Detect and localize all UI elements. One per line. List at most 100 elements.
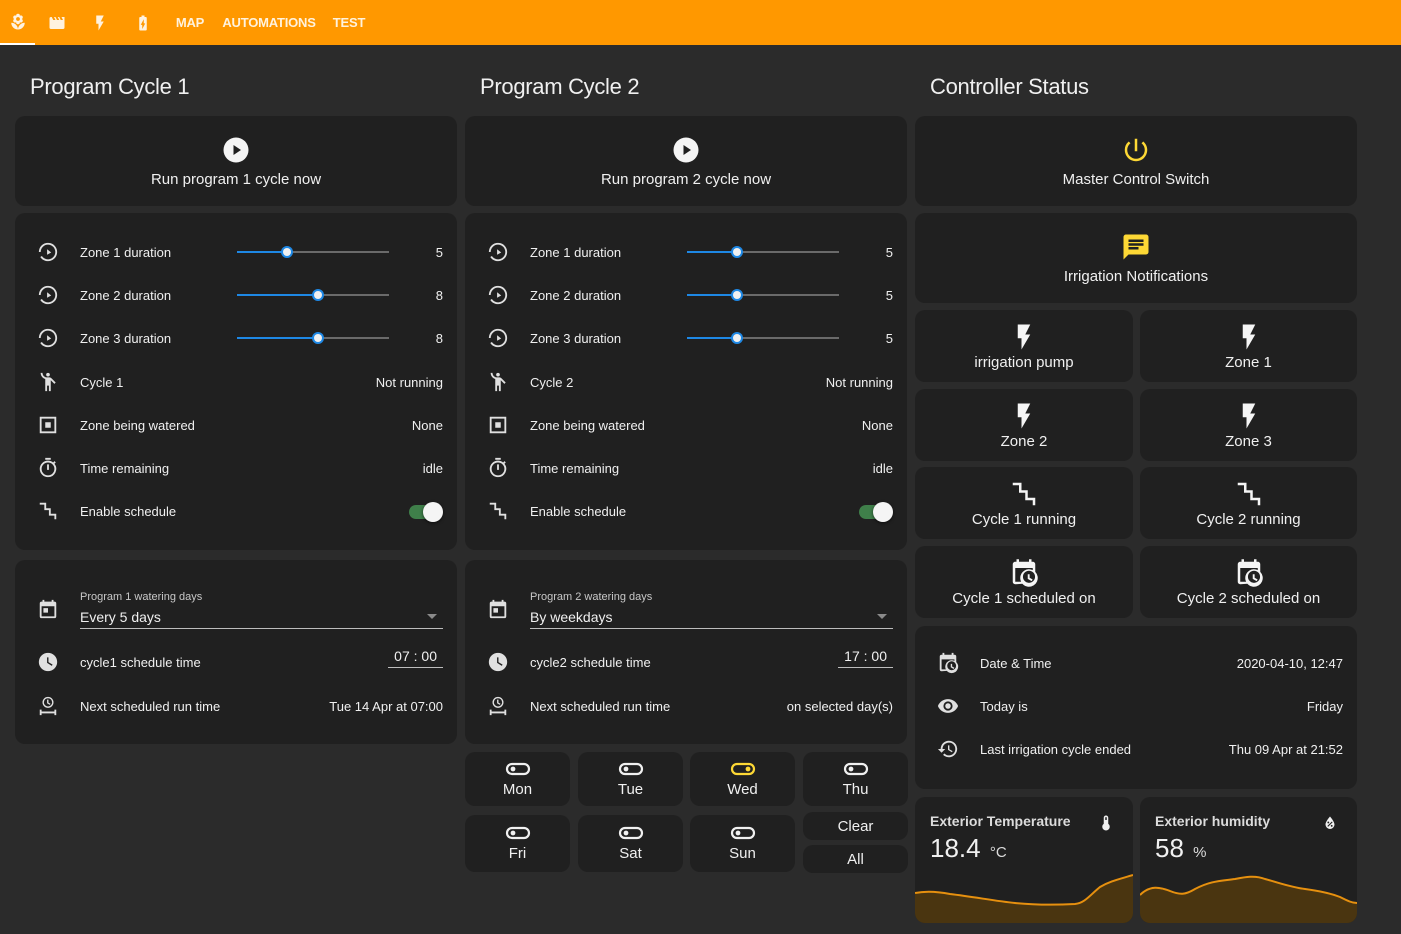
schedule-time-input[interactable]: 07 : 00: [388, 648, 443, 668]
run-program-2-label: Run program 2 cycle now: [600, 170, 772, 188]
tab-map[interactable]: MAP: [172, 0, 208, 45]
timer-icon: [38, 328, 58, 348]
temperature-number: 18.4: [930, 833, 981, 863]
day-button-sat[interactable]: Sat: [578, 815, 683, 872]
tab-test[interactable]: TEST: [332, 0, 366, 45]
zone-1-duration-slider[interactable]: [687, 246, 839, 258]
enable-schedule-toggle[interactable]: [409, 502, 443, 522]
eye-icon: [937, 699, 959, 713]
next-run-row: Next scheduled run time on selected day(…: [465, 694, 907, 718]
irrigation-pump-button[interactable]: irrigation pump: [915, 310, 1133, 382]
tab-automations[interactable]: AUTOMATIONS: [222, 0, 316, 45]
zone-being-watered-row: Zone being watered None: [465, 413, 907, 437]
chevron-down-icon[interactable]: [877, 614, 887, 619]
calendar-clock-icon: [939, 652, 959, 674]
zone-3-switch-button[interactable]: Zone 3: [1140, 389, 1357, 461]
zone-3-duration-value: 5: [885, 330, 893, 346]
program-2-schedule-card: Program 2 watering days By weekdays cycl…: [465, 560, 907, 744]
flash-icon: [1017, 324, 1031, 349]
cycle-1-scheduled-button[interactable]: Cycle 1 scheduled on: [915, 546, 1133, 618]
run-program-1-label: Run program 1 cycle now: [150, 170, 322, 188]
thermometer-icon: [1102, 815, 1110, 831]
day-button-mon[interactable]: Mon: [465, 752, 570, 806]
tab-battery[interactable]: [131, 0, 155, 45]
zone-1-switch-button[interactable]: Zone 1: [1140, 310, 1357, 382]
day-button-thu[interactable]: Thu: [803, 752, 908, 806]
tab-scenes[interactable]: [44, 0, 70, 45]
controller-status-title: Controller Status: [930, 74, 1089, 99]
run-program-1-button[interactable]: Run program 1 cycle now: [15, 116, 457, 206]
today-value: Friday: [1306, 698, 1343, 714]
program-1-schedule-card: Program 1 watering days Every 5 days cyc…: [15, 560, 457, 744]
humidity-number: 58: [1155, 833, 1184, 863]
tab-energy[interactable]: [88, 0, 112, 45]
next-run-value: on selected day(s): [786, 698, 893, 714]
last-cycle-value: Thu 09 Apr at 21:52: [1228, 741, 1343, 757]
stairs-icon: [39, 502, 57, 520]
watering-days-value[interactable]: By weekdays: [530, 609, 612, 625]
zone-2-switch-label: Zone 2: [1000, 432, 1048, 450]
day-label: Wed: [727, 780, 758, 798]
all-days-label: All: [847, 850, 864, 868]
schedule-time-input[interactable]: 17 : 00: [838, 648, 893, 668]
enable-schedule-label: Enable schedule: [530, 503, 627, 519]
cycle-2-scheduled-button[interactable]: Cycle 2 scheduled on: [1140, 546, 1357, 618]
water-percent-icon: [1325, 816, 1335, 829]
enable-schedule-row: Enable schedule: [465, 499, 907, 523]
irrigation-notifications-button[interactable]: Irrigation Notifications: [915, 213, 1357, 303]
last-cycle-label: Last irrigation cycle ended: [980, 741, 1132, 757]
day-label: Sat: [619, 845, 642, 862]
watering-days-value[interactable]: Every 5 days: [80, 609, 161, 625]
power-icon: [1124, 138, 1148, 161]
master-control-switch-button[interactable]: Master Control Switch: [915, 116, 1357, 206]
program-cycle-2-title: Program Cycle 2: [480, 74, 640, 99]
zone-3-duration-value: 8: [435, 330, 443, 346]
toggle-switch-icon: [730, 762, 755, 775]
last-cycle-row: Last irrigation cycle ended Thu 09 Apr a…: [915, 737, 1357, 761]
tab-map-label: MAP: [175, 15, 205, 30]
zone-3-switch-label: Zone 3: [1225, 432, 1272, 450]
clear-days-button[interactable]: Clear: [803, 812, 908, 840]
tab-garden[interactable]: [0, 0, 35, 45]
exterior-temperature-card[interactable]: Exterior Temperature 18.4 °C: [915, 797, 1133, 923]
zone-3-duration-slider[interactable]: [687, 332, 839, 344]
alarm-bed-icon: [489, 696, 507, 716]
zone-being-watered-value: None: [861, 417, 893, 433]
cycle-2-running-button[interactable]: Cycle 2 running: [1140, 467, 1357, 539]
next-run-label: Next scheduled run time: [530, 698, 671, 714]
person-icon: [40, 372, 56, 392]
run-program-2-button[interactable]: Run program 2 cycle now: [465, 116, 907, 206]
time-remaining-row: Time remaining idle: [465, 456, 907, 480]
time-remaining-value: idle: [422, 460, 443, 476]
temperature-unit: °C: [989, 844, 1007, 861]
day-button-fri[interactable]: Fri: [465, 815, 570, 872]
day-button-sun[interactable]: Sun: [690, 815, 795, 872]
program-2-settings-card: Zone 1 duration 5 Zone 2 duration 5 Zone…: [465, 213, 907, 550]
zone-1-duration-slider[interactable]: [237, 246, 389, 258]
cycle-1-running-button[interactable]: Cycle 1 running: [915, 467, 1133, 539]
schedule-time-label: cycle2 schedule time: [530, 654, 651, 670]
day-label: Mon: [502, 780, 533, 798]
date-time-label: Date & Time: [980, 655, 1052, 671]
zone-1-switch-label: Zone 1: [1225, 353, 1272, 371]
zone-2-duration-slider[interactable]: [237, 289, 389, 301]
chevron-down-icon[interactable]: [427, 614, 437, 619]
program-1-settings-card: Zone 1 duration 5 Zone 2 duration 8 Zone…: [15, 213, 457, 550]
zone-3-duration-slider[interactable]: [237, 332, 389, 344]
flower-icon: [10, 13, 25, 29]
watering-days-caption: Program 2 watering days: [530, 591, 653, 603]
time-remaining-row: Time remaining idle: [15, 456, 457, 480]
zone-2-duration-slider[interactable]: [687, 289, 839, 301]
exterior-humidity-card[interactable]: Exterior humidity 58 %: [1140, 797, 1357, 923]
exterior-humidity-title: Exterior humidity: [1155, 813, 1271, 829]
all-days-button[interactable]: All: [803, 845, 908, 873]
day-button-wed[interactable]: Wed: [690, 752, 795, 806]
day-button-tue[interactable]: Tue: [578, 752, 683, 806]
calendar-clock-icon: [1237, 558, 1263, 587]
enable-schedule-toggle[interactable]: [859, 502, 893, 522]
today-row: Today is Friday: [915, 694, 1357, 718]
schedule-time-row: cycle2 schedule time 17 : 00: [465, 648, 907, 674]
zone-2-switch-button[interactable]: Zone 2: [915, 389, 1133, 461]
person-icon: [490, 372, 506, 392]
enable-schedule-row: Enable schedule: [15, 499, 457, 523]
